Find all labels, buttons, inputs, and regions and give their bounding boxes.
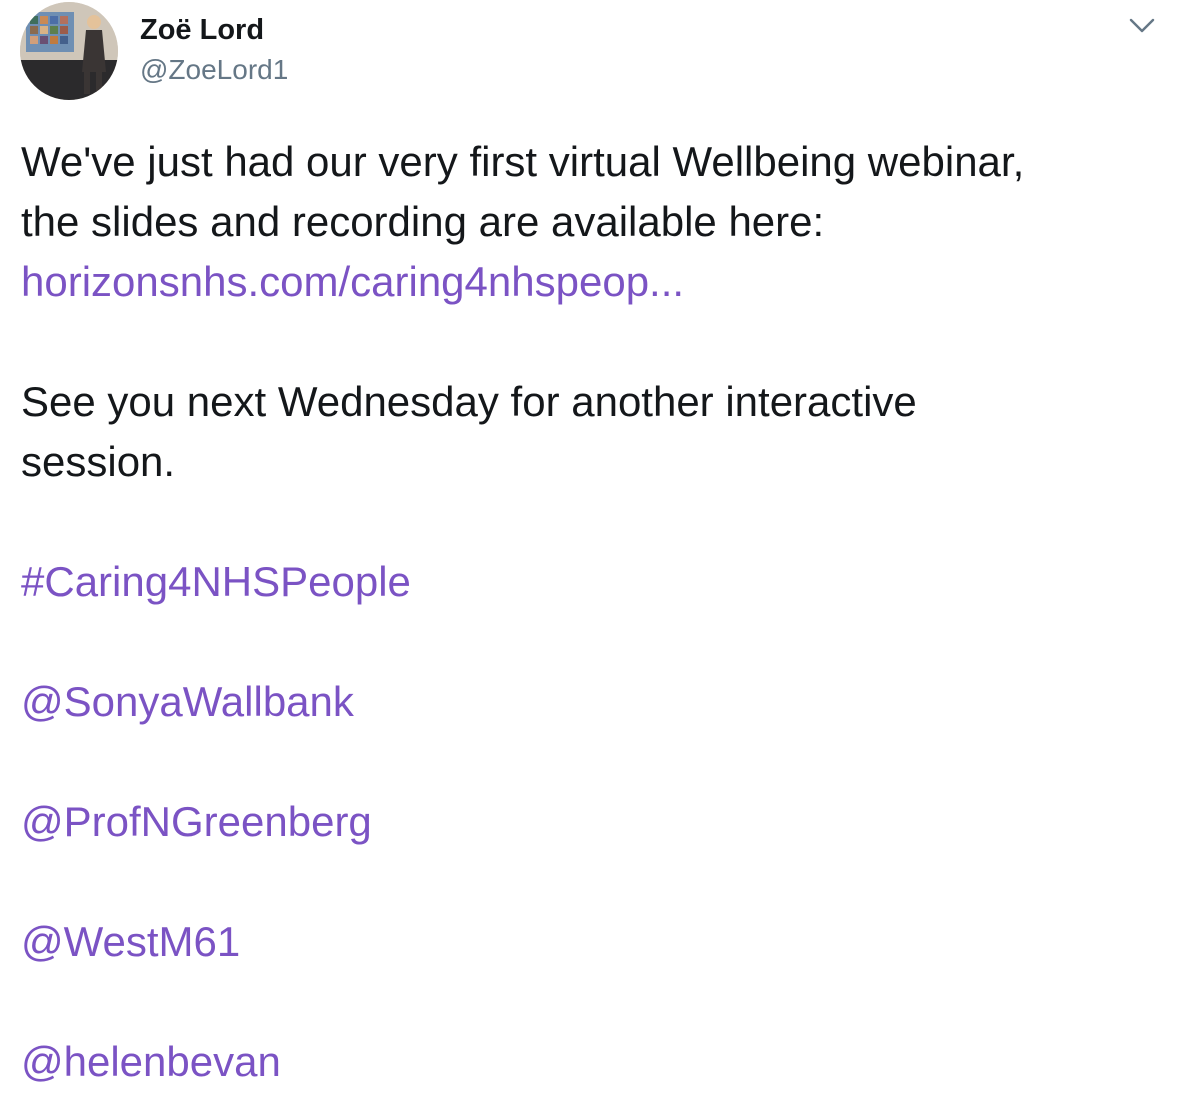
tweet: Zoë Lord @ZoeLord1 We've just had our ve… [0,0,1180,1096]
avatar[interactable] [20,2,118,100]
tweet-text-line: We've just had our very first virtual We… [21,138,1025,185]
tweet-text-line: session. [21,438,176,485]
tweet-text-line: See you next Wednesday for another inter… [21,378,917,425]
tweet-text-line: the slides and recording are available h… [21,198,825,245]
user-handle[interactable]: @ZoeLord1 [140,52,288,88]
mention-link[interactable]: @SonyaWallbank [21,678,354,725]
hashtag-link[interactable]: #Caring4NHSPeople [21,558,411,605]
avatar-photo [20,2,118,100]
mention-link[interactable]: @ProfNGreenberg [21,798,372,845]
mention-link[interactable]: @helenbevan [21,1038,281,1085]
chevron-down-icon[interactable] [1124,8,1160,44]
tweet-text: We've just had our very first virtual We… [21,132,1151,1092]
display-name[interactable]: Zoë Lord [140,12,264,48]
tweet-link[interactable]: horizonsnhs.com/caring4nhspeop... [21,258,684,305]
mention-link[interactable]: @WestM61 [21,918,240,965]
